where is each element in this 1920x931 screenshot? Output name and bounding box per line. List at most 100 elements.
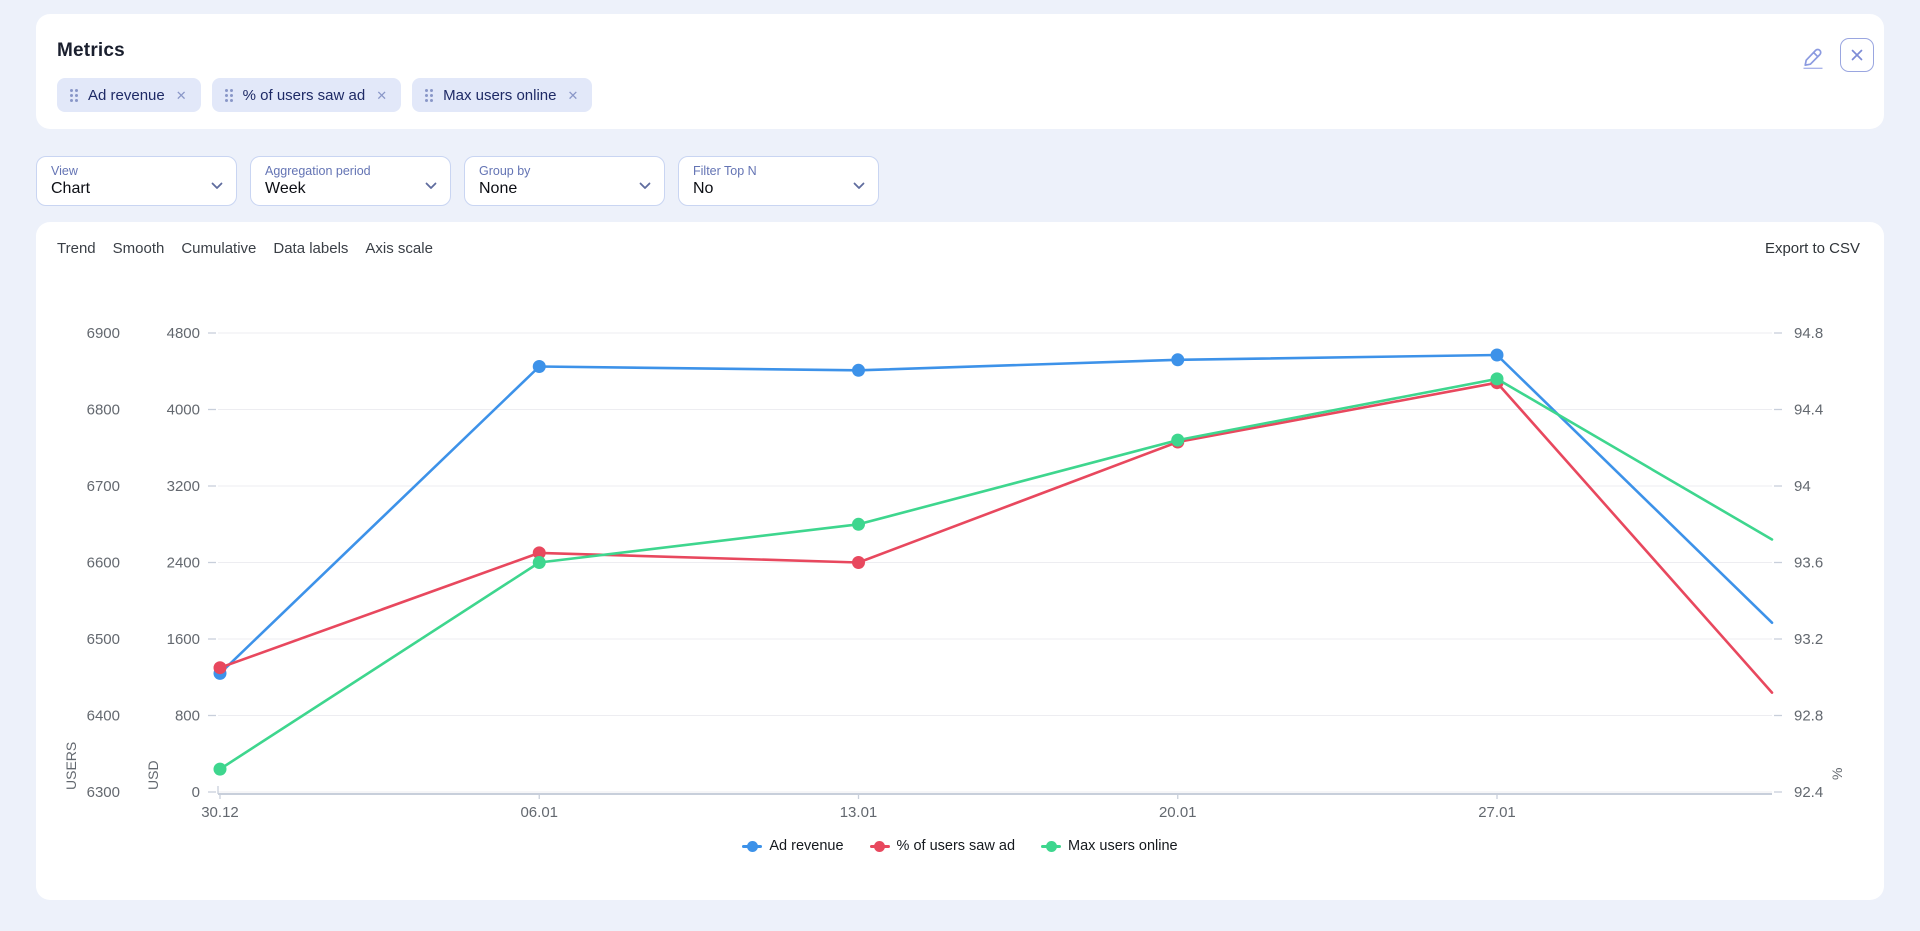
- svg-text:94: 94: [1794, 478, 1811, 495]
- svg-text:6600: 6600: [87, 555, 120, 572]
- toolbar-option-smooth[interactable]: Smooth: [113, 240, 165, 257]
- toolbar-option-axis-scale[interactable]: Axis scale: [365, 240, 433, 257]
- metric-chips-row: Ad revenue ✕ % of users saw ad ✕: [57, 78, 1863, 112]
- chart-toolbar: Trend Smooth Cumulative Data labels Axis sca…: [57, 240, 1860, 257]
- metric-chip-label: % of users saw ad: [243, 87, 366, 104]
- axis-title-usd: USD: [145, 760, 161, 790]
- svg-text:27.01: 27.01: [1478, 804, 1516, 821]
- dropdown-selected-value: Week: [265, 180, 420, 198]
- dropdown-selected-value: Chart: [51, 180, 206, 198]
- legend-marker-icon: [742, 840, 762, 852]
- chip-remove-icon[interactable]: ✕: [566, 87, 581, 104]
- legend-item[interactable]: Ad revenue: [742, 838, 843, 854]
- svg-text:93.6: 93.6: [1794, 555, 1823, 572]
- dropdown-label: View: [51, 164, 206, 178]
- svg-text:6800: 6800: [87, 402, 120, 419]
- chip-remove-icon[interactable]: ✕: [174, 87, 189, 104]
- svg-text:6300: 6300: [87, 784, 120, 801]
- svg-text:4800: 4800: [167, 325, 200, 342]
- filters-row: View Chart Aggregation period Week Group…: [36, 156, 879, 206]
- chart-panel: Trend Smooth Cumulative Data labels Axis sca…: [36, 222, 1884, 900]
- toolbar-option-trend[interactable]: Trend: [57, 240, 96, 257]
- toolbar-option-data-labels[interactable]: Data labels: [273, 240, 348, 257]
- svg-text:4000: 4000: [167, 402, 200, 419]
- legend-marker-icon: [1041, 840, 1061, 852]
- filter-dropdown-filter-top-n[interactable]: Filter Top N No: [678, 156, 879, 206]
- metrics-panel: Metrics Ad revenue ✕ % of: [36, 14, 1884, 129]
- legend-label: Ad revenue: [769, 838, 843, 854]
- filter-dropdown-view[interactable]: View Chart: [36, 156, 237, 206]
- svg-text:800: 800: [175, 708, 200, 725]
- legend-label: % of users saw ad: [897, 838, 1015, 854]
- chevron-down-icon: [425, 177, 437, 195]
- data-point: [1171, 353, 1184, 366]
- svg-text:94.4: 94.4: [1794, 402, 1823, 419]
- dropdown-label: Filter Top N: [693, 164, 848, 178]
- chevron-down-icon: [639, 177, 651, 195]
- series-line: [220, 383, 1772, 693]
- chevron-down-icon: [211, 177, 223, 195]
- svg-text:6400: 6400: [87, 708, 120, 725]
- legend-item[interactable]: % of users saw ad: [870, 838, 1015, 854]
- metric-chip[interactable]: Max users online ✕: [412, 78, 592, 112]
- svg-text:06.01: 06.01: [520, 804, 558, 821]
- close-panel-button[interactable]: [1840, 38, 1874, 72]
- dropdown-label: Group by: [479, 164, 634, 178]
- chart-legend: Ad revenue % of users saw ad Max users o…: [36, 838, 1884, 854]
- drag-handle-icon[interactable]: [424, 88, 434, 103]
- drag-handle-icon[interactable]: [224, 88, 234, 103]
- data-point: [1491, 349, 1504, 362]
- axis-labels-usd: 0 800 1600 2400 3200 4000 4800: [167, 325, 200, 801]
- panel-title: Metrics: [57, 40, 1863, 62]
- svg-text:6500: 6500: [87, 631, 120, 648]
- svg-text:20.01: 20.01: [1159, 804, 1197, 821]
- pencil-icon: [1798, 40, 1828, 70]
- export-to-csv-button[interactable]: Export to CSV: [1765, 240, 1860, 257]
- axis-title-users: USERS: [63, 742, 79, 790]
- data-point: [533, 360, 546, 373]
- data-point: [1491, 372, 1504, 385]
- gridlines: [218, 333, 1772, 792]
- edit-button[interactable]: [1796, 38, 1830, 72]
- svg-text:93.2: 93.2: [1794, 631, 1823, 648]
- data-point: [852, 556, 865, 569]
- toolbar-option-cumulative[interactable]: Cumulative: [181, 240, 256, 257]
- metric-chip-label: Ad revenue: [88, 87, 165, 104]
- data-point: [852, 364, 865, 377]
- filter-dropdown-aggregation-period[interactable]: Aggregation period Week: [250, 156, 451, 206]
- data-point: [1171, 434, 1184, 447]
- dropdown-label: Aggregation period: [265, 164, 420, 178]
- axis-labels-users: 6300 6400 6500 6600 6700 6800 6900: [87, 325, 120, 801]
- panel-actions: [1796, 38, 1874, 72]
- svg-text:92.8: 92.8: [1794, 708, 1823, 725]
- data-point: [533, 556, 546, 569]
- svg-text:1600: 1600: [167, 631, 200, 648]
- dropdown-selected-value: No: [693, 180, 848, 198]
- chart-toolbar-options: Trend Smooth Cumulative Data labels Axis sca…: [57, 240, 433, 257]
- svg-text:13.01: 13.01: [840, 804, 878, 821]
- chart-canvas[interactable]: 6300 6400 6500 6600 6700 6800 6900 0 800 1600 2400…: [36, 280, 1884, 825]
- svg-text:6700: 6700: [87, 478, 120, 495]
- svg-text:2400: 2400: [167, 555, 200, 572]
- metric-chip[interactable]: % of users saw ad ✕: [212, 78, 401, 112]
- metric-chip[interactable]: Ad revenue ✕: [57, 78, 201, 112]
- line-chart-svg: 6300 6400 6500 6600 6700 6800 6900 0 800 1600 2400…: [36, 280, 1884, 825]
- series-line: [220, 379, 1772, 769]
- svg-text:92.4: 92.4: [1794, 784, 1823, 801]
- x-axis-labels: 30.12 06.01 13.01 20.01 27.01: [201, 804, 1516, 821]
- chevron-down-icon: [853, 177, 865, 195]
- svg-text:94.8: 94.8: [1794, 325, 1823, 342]
- svg-text:30.12: 30.12: [201, 804, 239, 821]
- close-icon: [1850, 48, 1864, 62]
- svg-text:6900: 6900: [87, 325, 120, 342]
- drag-handle-icon[interactable]: [69, 88, 79, 103]
- data-point: [214, 661, 227, 674]
- legend-label: Max users online: [1068, 838, 1178, 854]
- chip-remove-icon[interactable]: ✕: [374, 87, 389, 104]
- filter-dropdown-group-by[interactable]: Group by None: [464, 156, 665, 206]
- svg-text:3200: 3200: [167, 478, 200, 495]
- axis-labels-percent: 92.4 92.8 93.2 93.6 94 94.4 94.8: [1794, 325, 1823, 801]
- svg-text:0: 0: [192, 784, 200, 801]
- legend-item[interactable]: Max users online: [1041, 838, 1178, 854]
- data-point: [852, 518, 865, 531]
